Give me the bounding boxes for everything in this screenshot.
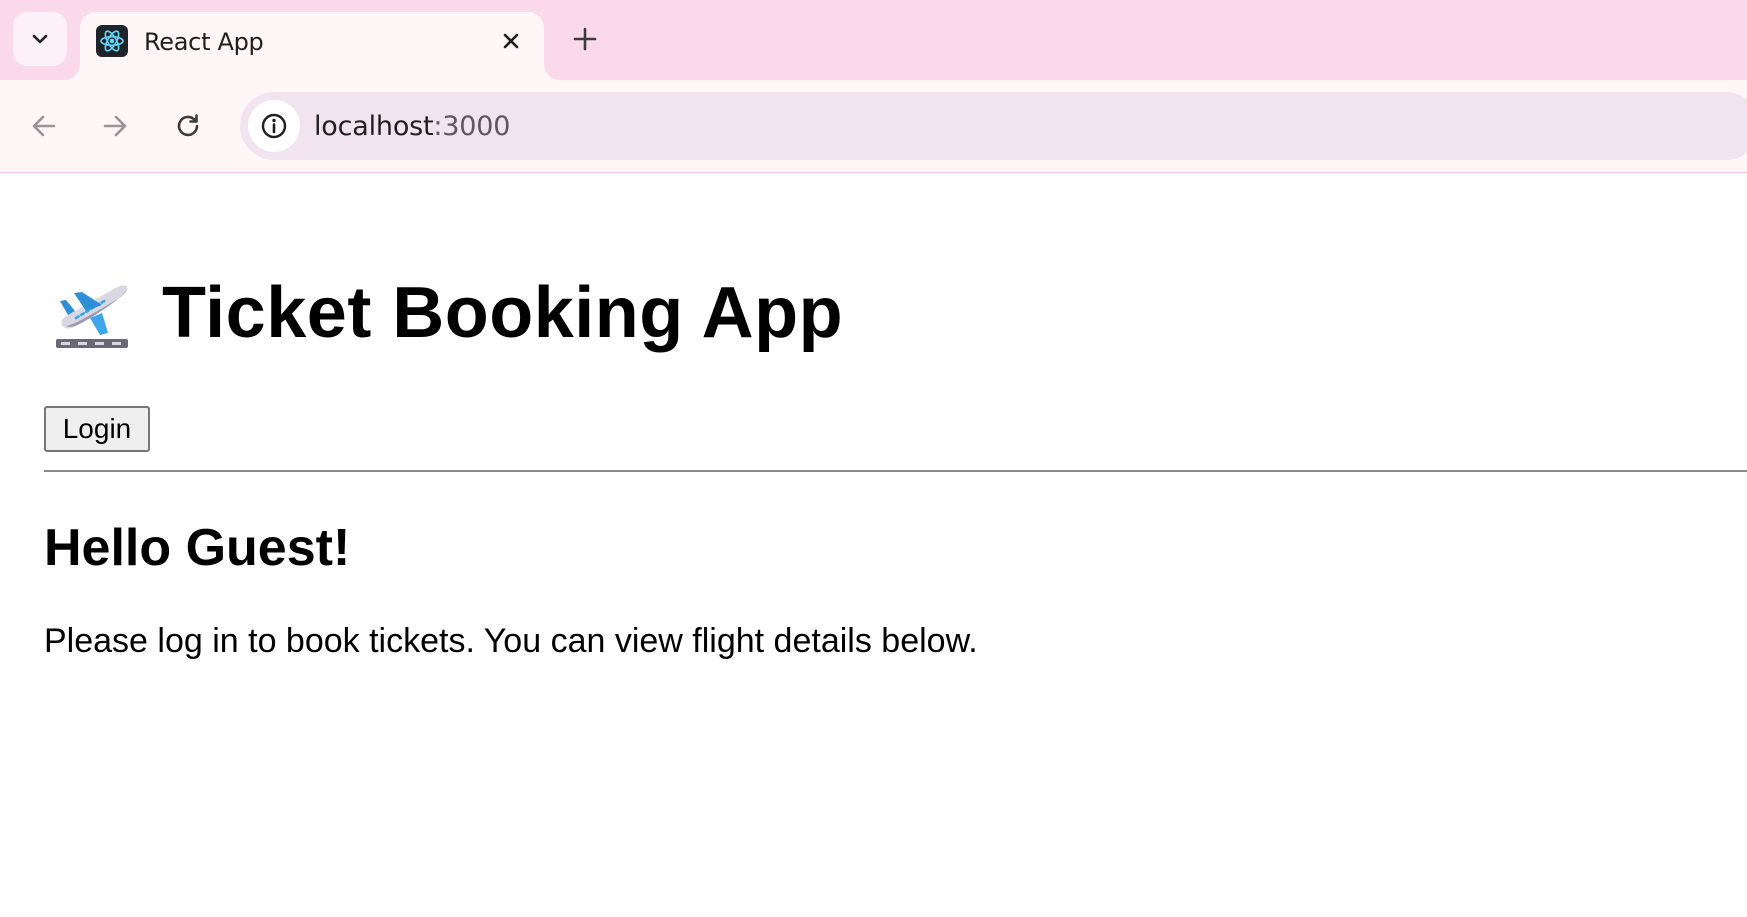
tab-close-button[interactable] bbox=[495, 25, 527, 57]
reload-button[interactable] bbox=[166, 104, 210, 148]
back-button[interactable] bbox=[22, 104, 66, 148]
info-circle-icon bbox=[261, 113, 287, 139]
chevron-down-icon bbox=[32, 34, 48, 44]
new-tab-button[interactable] bbox=[566, 20, 604, 58]
reload-icon bbox=[177, 114, 199, 137]
tab-search-button[interactable] bbox=[13, 12, 67, 66]
app-title: Ticket Booking App bbox=[162, 273, 844, 353]
arrow-right-icon bbox=[103, 115, 127, 137]
url-host: localhost bbox=[314, 111, 434, 142]
close-icon bbox=[503, 33, 519, 49]
browser-tab-strip: React App bbox=[0, 0, 1747, 80]
address-bar[interactable]: localhost:3000 bbox=[240, 92, 1747, 160]
page-content: Ticket Booking App Login Hello Guest! Pl… bbox=[0, 174, 1747, 917]
url-text[interactable]: localhost:3000 bbox=[314, 111, 510, 142]
url-port: :3000 bbox=[433, 111, 511, 142]
react-atom-icon bbox=[96, 25, 128, 57]
forward-button[interactable] bbox=[93, 104, 137, 148]
browser-toolbar: localhost:3000 bbox=[0, 80, 1747, 173]
greeting-heading: Hello Guest! bbox=[44, 519, 351, 577]
browser-tab[interactable]: React App bbox=[80, 12, 544, 80]
arrow-left-icon bbox=[32, 115, 56, 137]
app-header: Ticket Booking App bbox=[52, 272, 843, 354]
airplane-departure-icon bbox=[56, 285, 128, 348]
login-button[interactable]: Login bbox=[44, 406, 150, 452]
info-message: Please log in to book tickets. You can v… bbox=[44, 622, 978, 660]
divider bbox=[44, 470, 1747, 472]
plus-icon bbox=[573, 27, 597, 51]
tab-title: React App bbox=[144, 28, 264, 56]
site-info-button[interactable] bbox=[248, 100, 300, 152]
